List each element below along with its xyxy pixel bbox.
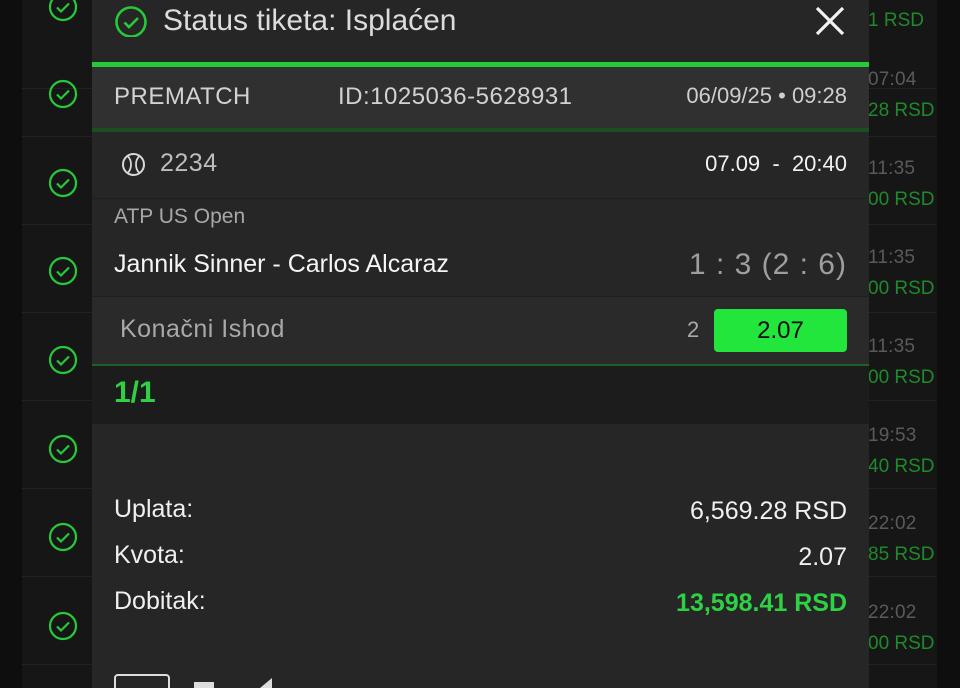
ticket-time: 19:53 <box>868 425 917 446</box>
ticket-amount: 00 RSD <box>868 278 935 299</box>
ticket-time: 07:04 <box>868 69 917 90</box>
ticket-amount: 40 RSD <box>868 456 935 477</box>
ticket-time: 11:35 <box>868 158 916 179</box>
modal-title: Status tiketa: Isplaćen <box>163 4 457 37</box>
share-icon[interactable] <box>260 678 272 688</box>
ticket-datetime: 06/09/25 • 09:28 <box>686 83 847 108</box>
ticket-amount: 00 RSD <box>868 189 935 210</box>
selection-count: 1/1 <box>114 376 156 409</box>
ticket-amount: 00 RSD <box>868 367 935 388</box>
check-circle-icon <box>115 6 147 37</box>
market-name: Konačni Ishod <box>120 315 285 343</box>
win-value: 13,598.41 RSD <box>676 589 847 617</box>
odds-value: 2.07 <box>798 543 847 571</box>
stake-label: Uplata: <box>114 495 194 523</box>
ticket-time: 22:02 <box>868 513 917 534</box>
selection-count-row: 1/1 <box>92 366 869 424</box>
stake-value: 6,569.28 RSD <box>689 497 847 525</box>
tip-value: 2 <box>687 317 700 342</box>
check-circle-icon <box>48 434 78 464</box>
ticket-amount: 00 RSD <box>868 633 935 654</box>
ticket-detail-modal: Status tiketa: Isplaćen PREMATCH ID:1025… <box>92 0 869 688</box>
ticket-amount: 28 RSD <box>868 100 935 121</box>
check-circle-icon <box>48 0 78 22</box>
ticket-time: 11:35 <box>868 247 916 268</box>
event-time: 07.09 - 20:40 <box>705 151 847 176</box>
match-score: 1 : 3 (2 : 6) <box>688 248 847 281</box>
close-icon[interactable] <box>810 2 850 40</box>
check-circle-icon <box>48 168 78 198</box>
check-circle-icon <box>48 522 78 552</box>
ticket-info-row: PREMATCH ID:1025036-5628931 06/09/25 • 0… <box>92 67 869 128</box>
scan-icon[interactable] <box>114 674 170 688</box>
check-circle-icon <box>48 611 78 641</box>
ticket-id: ID:1025036-5628931 <box>338 83 573 110</box>
odds-label: Kvota: <box>114 541 185 569</box>
event-row: 2234 07.09 - 20:40 <box>92 132 869 199</box>
copy-icon[interactable] <box>194 682 214 688</box>
ticket-time: 11:35 <box>868 336 916 357</box>
market-row: Konačni Ishod 2 2.07 <box>92 297 869 366</box>
tennis-ball-icon <box>122 153 145 176</box>
event-code: 2234 <box>160 149 218 177</box>
league-name: ATP US Open <box>114 205 246 228</box>
modal-header: Status tiketa: Isplaćen <box>92 0 869 62</box>
check-circle-icon <box>48 79 78 109</box>
win-label: Dobitak: <box>114 587 206 615</box>
check-circle-icon <box>48 345 78 375</box>
check-circle-icon <box>48 256 78 286</box>
match-name: Jannik Sinner - Carlos Alcaraz <box>114 250 449 278</box>
ticket-type: PREMATCH <box>114 83 251 110</box>
ticket-amount: 85 RSD <box>868 544 935 565</box>
ticket-time: 22:02 <box>868 602 917 623</box>
odd-badge: 2.07 <box>714 309 847 352</box>
